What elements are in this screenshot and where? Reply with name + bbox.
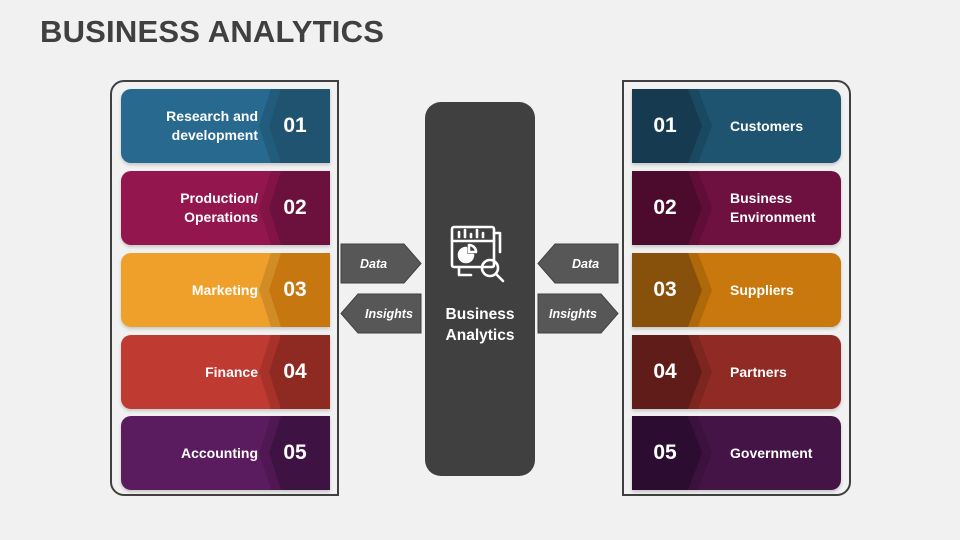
- left-card-5: Accounting 05: [121, 416, 330, 490]
- right-card-2: 02 Business Environment: [632, 171, 841, 245]
- right-data-arrow: Data: [537, 243, 619, 284]
- left-data-arrow: Data: [340, 243, 422, 284]
- center-title: Business Analytics: [445, 306, 515, 344]
- right-frame: 01 Customers 02 Business Environment 03 S…: [622, 80, 851, 496]
- card-label: Marketing: [191, 281, 258, 298]
- card-number: 02: [653, 196, 677, 219]
- right-insights-arrow: Insights: [537, 293, 619, 334]
- card-label: Suppliers: [730, 281, 794, 298]
- arrow-label: Data: [572, 256, 600, 271]
- left-insights-arrow: Insights: [340, 293, 422, 334]
- card-number: 01: [653, 114, 677, 137]
- analytics-report-search-icon: [450, 225, 505, 283]
- card-label: Government: [730, 444, 813, 461]
- card-number: 03: [653, 278, 677, 301]
- card-number: 01: [283, 114, 307, 137]
- right-card-1: 01 Customers: [632, 89, 841, 163]
- left-card-3: Marketing 03: [121, 253, 330, 327]
- arrow-label: Insights: [549, 306, 597, 321]
- card-number: 02: [283, 196, 307, 219]
- slide-title: BUSINESS ANALYTICS: [40, 14, 385, 49]
- left-card-2: Production/Operations 02: [121, 171, 330, 245]
- card-label: Accounting: [181, 444, 258, 461]
- card-number: 05: [653, 441, 677, 464]
- right-card-3: 03 Suppliers: [632, 253, 841, 327]
- card-number: 03: [283, 278, 307, 301]
- card-number: 04: [653, 360, 677, 383]
- right-card-4: 04 Partners: [632, 335, 841, 409]
- card-label: Finance: [205, 363, 258, 380]
- card-label: Partners: [730, 363, 787, 380]
- card-label: Research and development: [166, 108, 258, 143]
- arrow-label: Data: [360, 256, 388, 271]
- left-frame: Research and development 01 Production/Op…: [110, 80, 339, 496]
- right-card-5: 05 Government: [632, 416, 841, 490]
- card-number: 04: [283, 360, 307, 383]
- card-number: 05: [283, 441, 307, 464]
- left-card-1: Research and development 01: [121, 89, 330, 163]
- left-card-4: Finance 04: [121, 335, 330, 409]
- card-label: Business Environment: [730, 190, 816, 225]
- arrow-label: Insights: [365, 306, 413, 321]
- card-label: Production/Operations: [180, 190, 258, 225]
- card-label: Customers: [730, 117, 804, 134]
- center-panel: Business Analytics: [425, 102, 535, 476]
